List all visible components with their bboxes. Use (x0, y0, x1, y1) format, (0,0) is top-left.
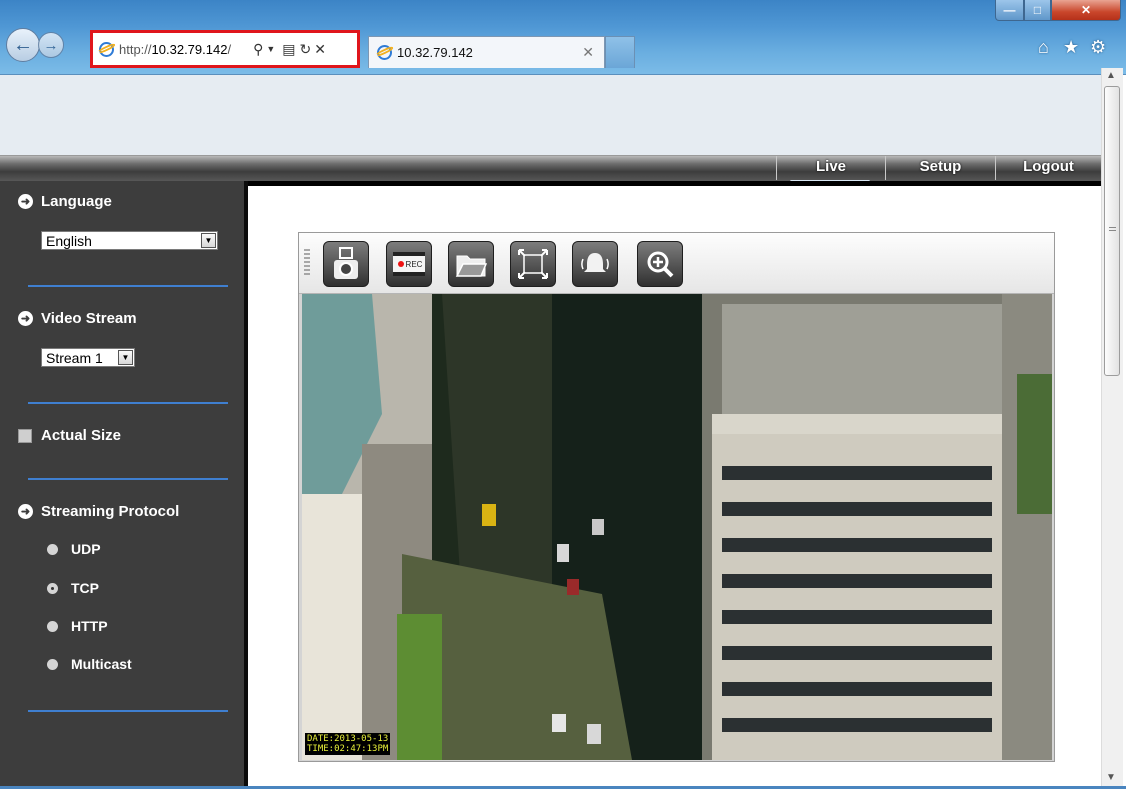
scroll-down-icon[interactable]: ▼ (1106, 772, 1116, 783)
close-window-button[interactable]: ✕ (1051, 0, 1121, 21)
radio-button[interactable] (47, 658, 58, 670)
compat-icon[interactable]: ▤ (282, 41, 295, 58)
maximize-button[interactable]: □ (1024, 0, 1051, 21)
sidebar: ➜ Language English ▼ ➜ Video Stream Stre… (0, 181, 248, 787)
arrow-right-icon: ➜ (18, 504, 33, 519)
separator (28, 478, 228, 480)
nav-live[interactable]: Live (776, 156, 885, 180)
language-title: Language (41, 193, 112, 210)
forward-button[interactable]: → (38, 32, 64, 58)
streaming-protocol-title: Streaming Protocol (41, 503, 180, 520)
protocol-option-http[interactable]: HTTP (47, 618, 108, 634)
arrow-right-icon: ➜ (18, 311, 33, 326)
url-suffix: / (227, 41, 232, 57)
dropdown-arrow-icon[interactable]: ▼ (118, 350, 133, 365)
ie-icon (99, 41, 114, 57)
protocol-label: HTTP (71, 618, 108, 634)
search-dropdown-icon[interactable]: ▼ (266, 44, 275, 54)
window-controls: — □ ✕ (995, 0, 1121, 22)
alarm-button[interactable] (572, 241, 618, 287)
address-url[interactable]: http://10.32.79.142/ (119, 42, 231, 57)
language-value: English (46, 232, 92, 249)
snapshot-icon (334, 247, 358, 279)
browser-titlebar: ← → http://10.32.79.142/ ⚲ ▼ ▤ ↻ ✕ 10.32… (0, 0, 1126, 75)
digital-zoom-button[interactable] (637, 241, 683, 287)
video-panel: REC DATE:2013-05-13 TIME:02:47:13PM (298, 232, 1055, 762)
alarm-icon (581, 253, 609, 272)
protocol-label: TCP (71, 580, 99, 596)
nav-setup[interactable]: Setup (885, 156, 995, 180)
record-icon: REC (393, 252, 425, 276)
radio-button[interactable] (47, 620, 58, 632)
radio-button[interactable] (47, 543, 58, 555)
toolbar-grip[interactable] (304, 249, 310, 275)
protocol-option-tcp[interactable]: TCP (47, 580, 99, 596)
video-stream-select[interactable]: Stream 1 ▼ (41, 348, 135, 367)
scroll-up-icon[interactable]: ▲ (1106, 70, 1116, 81)
content-top-border (248, 181, 1101, 186)
back-icon: ← (13, 33, 33, 56)
back-button[interactable]: ← (6, 28, 40, 62)
arrow-right-icon: ➜ (18, 194, 33, 209)
separator (28, 402, 228, 404)
star-icon[interactable]: ★ (1063, 37, 1079, 58)
tab-close-icon[interactable]: ✕ (582, 44, 594, 61)
folder-icon (455, 255, 487, 277)
forward-icon: → (43, 36, 59, 54)
protocol-option-udp[interactable]: UDP (47, 541, 101, 557)
radio-button-selected[interactable] (47, 582, 58, 594)
tab-title: 10.32.79.142 (397, 45, 473, 60)
main-nav: Live Setup Logout (0, 155, 1101, 183)
video-stream-value: Stream 1 (46, 349, 103, 366)
protocol-label: Multicast (71, 656, 132, 672)
gear-icon[interactable]: ⚙ (1090, 37, 1106, 58)
language-select[interactable]: English ▼ (41, 231, 218, 250)
live-video-feed[interactable]: DATE:2013-05-13 TIME:02:47:13PM (302, 294, 1052, 760)
browser-tab[interactable]: 10.32.79.142 ✕ (368, 36, 605, 68)
protocol-option-multicast[interactable]: Multicast (47, 656, 132, 672)
zoom-icon (647, 251, 674, 278)
url-prefix: http:// (119, 41, 152, 57)
video-frame (302, 294, 1052, 760)
stop-icon[interactable]: ✕ (314, 41, 326, 58)
streaming-protocol-heading[interactable]: ➜ Streaming Protocol (18, 503, 179, 520)
timestamp-date: DATE:2013-05-13 (307, 734, 389, 744)
video-timestamp: DATE:2013-05-13 TIME:02:47:13PM (305, 733, 391, 755)
top-banner (0, 75, 1101, 155)
open-folder-button[interactable] (448, 241, 494, 287)
fullscreen-icon (518, 249, 548, 279)
actual-size-checkbox-row[interactable]: Actual Size (18, 427, 121, 444)
video-stream-title: Video Stream (41, 310, 137, 327)
language-heading[interactable]: ➜ Language (18, 193, 112, 210)
timestamp-time: TIME:02:47:13PM (307, 744, 389, 754)
scrollbar-grip (1109, 227, 1116, 233)
minimize-button[interactable]: — (995, 0, 1024, 21)
scrollbar-thumb[interactable] (1104, 86, 1120, 376)
actual-size-checkbox[interactable] (18, 428, 32, 443)
actual-size-label: Actual Size (41, 427, 122, 444)
video-stream-heading[interactable]: ➜ Video Stream (18, 310, 137, 327)
new-tab-button[interactable] (605, 36, 635, 68)
url-host: 10.32.79.142 (151, 41, 228, 57)
snapshot-button[interactable] (323, 241, 369, 287)
home-icon[interactable]: ⌂ (1038, 37, 1049, 58)
fullscreen-button[interactable] (510, 241, 556, 287)
vertical-scrollbar[interactable]: ▲ ▼ (1101, 68, 1123, 787)
refresh-icon[interactable]: ↻ (299, 41, 311, 58)
nav-logout[interactable]: Logout (995, 156, 1101, 180)
video-toolbar: REC (299, 233, 1054, 294)
record-badge-text: REC (406, 260, 423, 269)
protocol-label: UDP (71, 541, 101, 557)
dropdown-arrow-icon[interactable]: ▼ (201, 233, 216, 248)
separator (28, 710, 228, 712)
record-button[interactable]: REC (386, 241, 432, 287)
tab-ie-icon (377, 45, 392, 60)
address-bar[interactable]: http://10.32.79.142/ ⚲ ▼ ▤ ↻ ✕ (90, 30, 360, 68)
web-page: Live Setup Logout ➜ Language English ▼ ➜… (0, 75, 1101, 787)
search-icon[interactable]: ⚲ (253, 41, 263, 58)
separator (28, 285, 228, 287)
